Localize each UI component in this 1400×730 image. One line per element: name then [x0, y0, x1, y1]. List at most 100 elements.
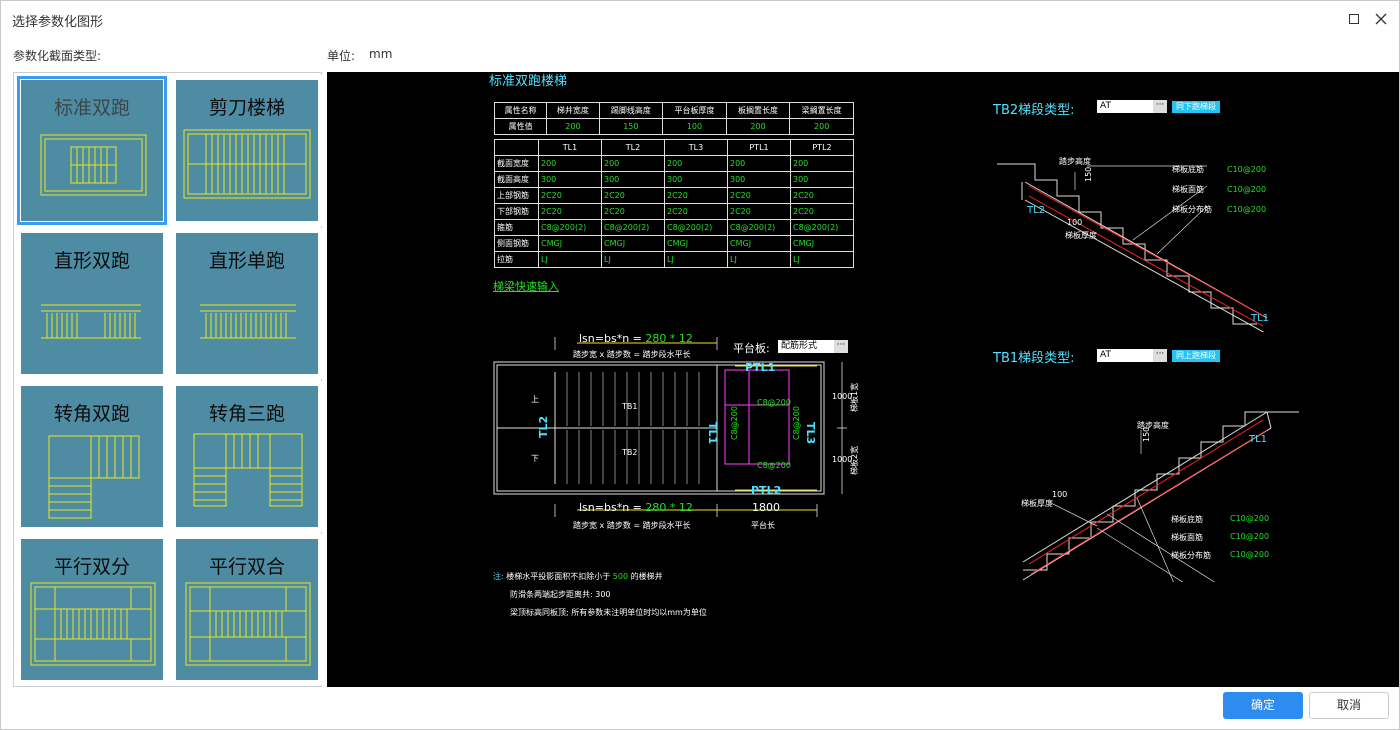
beam-value-cell[interactable]: 2C20 — [601, 203, 665, 220]
maximize-button[interactable] — [1347, 12, 1361, 26]
table-header — [494, 139, 539, 156]
platform-width: 1800 — [752, 501, 780, 514]
note-text: 楼梯水平投影面积不扣除小于 — [506, 572, 611, 581]
stair-thumbnail-icon — [183, 129, 311, 199]
stair-thumbnail-icon — [200, 304, 296, 339]
beam-value-cell[interactable]: C8@200(2) — [538, 219, 602, 236]
tb2-same-button[interactable]: 同下跑梯段 — [1172, 101, 1220, 113]
beam-value-cell[interactable]: 2C20 — [727, 203, 791, 220]
attr-value-cell[interactable]: 100 — [662, 118, 727, 135]
ellipsis-icon[interactable]: ··· — [1153, 100, 1167, 113]
shape-tile-corner-double[interactable]: 转角双跑 — [16, 381, 168, 532]
tb2-label: TB2 — [621, 448, 637, 457]
quick-input-link[interactable]: 梯梁快速输入 — [493, 278, 559, 294]
note-line-2: 防滑条两端起步距离共: 300 — [510, 590, 611, 599]
beam-value-cell[interactable]: C8@200(2) — [664, 219, 728, 236]
rebar-value: C10@200 — [1227, 165, 1266, 174]
rebar-label: C8@200 — [757, 398, 791, 407]
ellipsis-icon[interactable]: ··· — [1153, 349, 1167, 362]
beam-value-cell[interactable]: 2C20 — [790, 203, 854, 220]
formula-top: lsn=bs*n = 280 * 12 — [579, 332, 693, 345]
tb1-same-button[interactable]: 同上跑梯段 — [1172, 350, 1220, 362]
beam-value-cell[interactable]: 200 — [601, 155, 665, 172]
table-row: 截面宽度 200 200 200 200 200 — [494, 155, 854, 172]
beam-value-cell[interactable]: 2C20 — [664, 187, 728, 204]
attr-value-cell[interactable]: 200 — [789, 118, 854, 135]
beam-value-cell[interactable]: 300 — [664, 171, 728, 188]
preview-heading: 标准双跑楼梯 — [489, 74, 568, 89]
beam-value-cell[interactable]: LJ — [727, 251, 791, 268]
beam-value-cell[interactable]: 300 — [538, 171, 602, 188]
tb1-combo-value: AT — [1100, 350, 1111, 360]
beam-value-cell[interactable]: C8@200(2) — [601, 219, 665, 236]
cancel-button[interactable]: 取消 — [1309, 692, 1389, 719]
beam-value-cell[interactable]: C8@200(2) — [790, 219, 854, 236]
tb1-type-combo[interactable]: AT ··· — [1097, 349, 1167, 362]
attr-value-cell[interactable]: 200 — [725, 118, 791, 135]
ellipsis-icon[interactable]: ··· — [834, 340, 848, 353]
beam-value-cell[interactable]: CMGJ — [664, 235, 728, 252]
beam-value-cell[interactable]: 200 — [790, 155, 854, 172]
ok-button[interactable]: 确定 — [1223, 692, 1303, 719]
table-header: 踢脚线高度 — [598, 102, 664, 119]
beam-value-cell[interactable]: 2C20 — [538, 203, 602, 220]
dim-caption: 梯板1宽 — [849, 383, 859, 412]
attr-value-cell[interactable]: 150 — [598, 118, 664, 135]
dim-caption: 梯板2宽 — [849, 446, 859, 475]
table-row-label: 箍筋 — [494, 219, 539, 236]
shape-tile-straight-double[interactable]: 直形双跑 — [16, 228, 168, 379]
shape-tile-parallel-merge[interactable]: 平行双合 — [171, 534, 323, 685]
top-rebar-label: 梯板面筋 — [1171, 533, 1203, 542]
dim-label: 150 — [1084, 167, 1093, 182]
table-row: 侧面钢筋 CMGJ CMGJ CMGJ CMGJ CMGJ — [494, 235, 854, 252]
attr-value-cell[interactable]: 200 — [546, 118, 600, 135]
tl1-label: TL1 — [706, 422, 719, 444]
beam-value-cell[interactable]: C8@200(2) — [727, 219, 791, 236]
tb2-type-combo[interactable]: AT ··· — [1097, 100, 1167, 113]
shape-tile-corner-triple[interactable]: 转角三跑 — [171, 381, 323, 532]
shape-tile-scissor[interactable]: 剪刀楼梯 — [171, 75, 323, 226]
beam-value-cell[interactable]: LJ — [790, 251, 854, 268]
beam-value-cell[interactable]: LJ — [601, 251, 665, 268]
beam-table: TL1 TL2 TL3 PTL1 PTL2 截面宽度 200 200 200 200 20… — [494, 139, 854, 268]
beam-value-cell[interactable]: LJ — [538, 251, 602, 268]
beam-value-cell[interactable]: CMGJ — [601, 235, 665, 252]
formula-values: 280 * 12 — [645, 332, 693, 345]
beam-value-cell[interactable]: CMGJ — [538, 235, 602, 252]
beam-value-cell[interactable]: 200 — [727, 155, 791, 172]
bottom-rebar-label: 梯板底筋 — [1172, 164, 1204, 174]
dim-label: 150 — [1142, 427, 1151, 442]
shape-tile-straight-single[interactable]: 直形单跑 — [171, 228, 323, 379]
table-header: TL1 — [538, 139, 602, 156]
note-line-1: 注: 楼梯水平投影面积不扣除小于 500 的楼梯井 — [493, 571, 663, 582]
platform-combo[interactable]: 配筋形式 ··· — [778, 340, 848, 353]
up-label: 上 — [531, 395, 539, 404]
beam-value-cell[interactable]: 200 — [538, 155, 602, 172]
beam-value-cell[interactable]: 300 — [790, 171, 854, 188]
beam-value-cell[interactable]: 300 — [601, 171, 665, 188]
beam-value-cell[interactable]: 200 — [664, 155, 728, 172]
close-icon[interactable] — [1373, 11, 1389, 27]
beam-value-cell[interactable]: 2C20 — [727, 187, 791, 204]
beam-value-cell[interactable]: 300 — [727, 171, 791, 188]
table-row-label: 属性值 — [493, 118, 548, 135]
beam-value-cell[interactable]: 2C20 — [538, 187, 602, 204]
note-text: 的楼梯井 — [630, 572, 663, 581]
stair-thumbnail-icon — [193, 433, 303, 507]
beam-value-cell[interactable]: 2C20 — [601, 187, 665, 204]
beam-value-cell[interactable]: LJ — [664, 251, 728, 268]
table-row-label: 拉筋 — [494, 251, 539, 268]
table-row: TL1 TL2 TL3 PTL1 PTL2 — [494, 139, 854, 156]
table-row-label: 下部钢筋 — [494, 203, 539, 220]
beam-value-cell[interactable]: 2C20 — [790, 187, 854, 204]
beam-value-cell[interactable]: CMGJ — [727, 235, 791, 252]
thickness-label: 梯板厚度 — [1021, 498, 1053, 508]
shape-tile-standard-double[interactable]: 标准双跑 — [16, 75, 168, 226]
tile-preview: 直形双跑 — [21, 233, 163, 374]
beam-value-cell[interactable]: CMGJ — [790, 235, 854, 252]
beam-value-cell[interactable]: 2C20 — [664, 203, 728, 220]
shape-tile-parallel-split[interactable]: 平行双分 — [16, 534, 168, 685]
table-row-label: 截面宽度 — [494, 155, 539, 172]
stair-thumbnail-icon — [185, 582, 311, 666]
platform-combo-value: 配筋形式 — [781, 341, 818, 351]
